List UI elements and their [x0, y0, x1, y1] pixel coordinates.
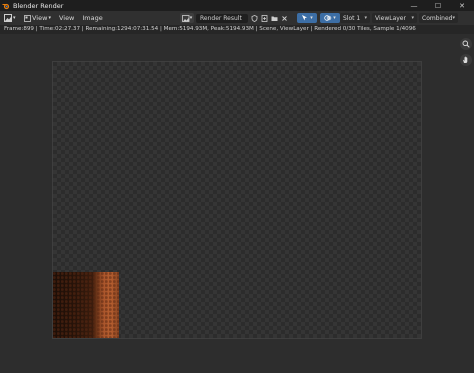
close-button[interactable]: ✕: [450, 0, 474, 11]
slot-dropdown[interactable]: Slot 1 ▾: [340, 13, 370, 23]
menu-view[interactable]: View: [57, 14, 76, 22]
blender-logo-icon: [2, 2, 10, 10]
hand-icon: [463, 56, 468, 63]
rendered-tile: [53, 272, 119, 338]
pan-button[interactable]: [460, 54, 472, 66]
zoom-icon: [462, 40, 470, 48]
render-pass-label: Combined: [422, 14, 453, 22]
zoom-button[interactable]: [460, 38, 472, 50]
render-stats: Frame:899 | Time:02:27.37 | Remaining:12…: [0, 25, 474, 34]
cursor-icon: [302, 15, 308, 21]
chevron-down-icon: ▾: [189, 15, 193, 21]
render-pass-dropdown[interactable]: Combined ▾: [419, 13, 458, 23]
image-selector: ▾ Render Result: [180, 13, 288, 23]
chevron-down-icon: ▾: [333, 15, 336, 21]
open-folder-icon[interactable]: [270, 14, 278, 23]
chevron-down-icon: ▾: [13, 15, 16, 21]
view-dropdown[interactable]: View ▾: [22, 14, 53, 22]
overlay-toggle[interactable]: ▾: [320, 13, 340, 23]
view-toggles: ▾ ▾: [297, 13, 340, 23]
minimize-button[interactable]: —: [402, 0, 426, 11]
image-browse-button[interactable]: ▾: [180, 13, 194, 23]
overlay-circles-icon: [324, 15, 332, 21]
window-titlebar: Blender Render — ☐ ✕: [0, 0, 474, 11]
chevron-down-icon: ▾: [364, 15, 367, 21]
window-title: Blender Render: [13, 1, 64, 10]
unlink-x-icon[interactable]: [280, 14, 288, 23]
menu-image[interactable]: Image: [80, 14, 104, 22]
render-canvas[interactable]: [52, 61, 422, 339]
sample-tool-toggle[interactable]: ▾: [297, 13, 317, 23]
chevron-down-icon: ▾: [452, 15, 455, 21]
view-dropdown-label: View: [32, 14, 48, 22]
editor-type-selector[interactable]: ▾: [4, 13, 18, 23]
fake-user-shield-icon[interactable]: [250, 14, 258, 23]
image-editor-icon: [4, 14, 12, 22]
window-controls: — ☐ ✕: [402, 0, 474, 11]
view-layer-dropdown[interactable]: ViewLayer ▾: [372, 13, 417, 23]
chevron-down-icon: ▾: [411, 15, 414, 21]
maximize-button[interactable]: ☐: [426, 0, 450, 11]
chevron-down-icon: ▾: [48, 15, 51, 21]
image-name-field[interactable]: Render Result: [196, 13, 248, 23]
image-editor-header: ▾ View ▾ View Image ▾ Render Result ▾ ▾ …: [0, 11, 474, 25]
viewport-navigation: [460, 38, 472, 66]
image-icon: [181, 14, 190, 22]
slot-label: Slot 1: [343, 14, 361, 22]
new-image-icon[interactable]: [260, 14, 268, 23]
view-icon: [24, 14, 31, 22]
chevron-down-icon: ▾: [310, 15, 313, 21]
view-layer-label: ViewLayer: [375, 14, 406, 22]
image-viewport[interactable]: [0, 34, 474, 373]
